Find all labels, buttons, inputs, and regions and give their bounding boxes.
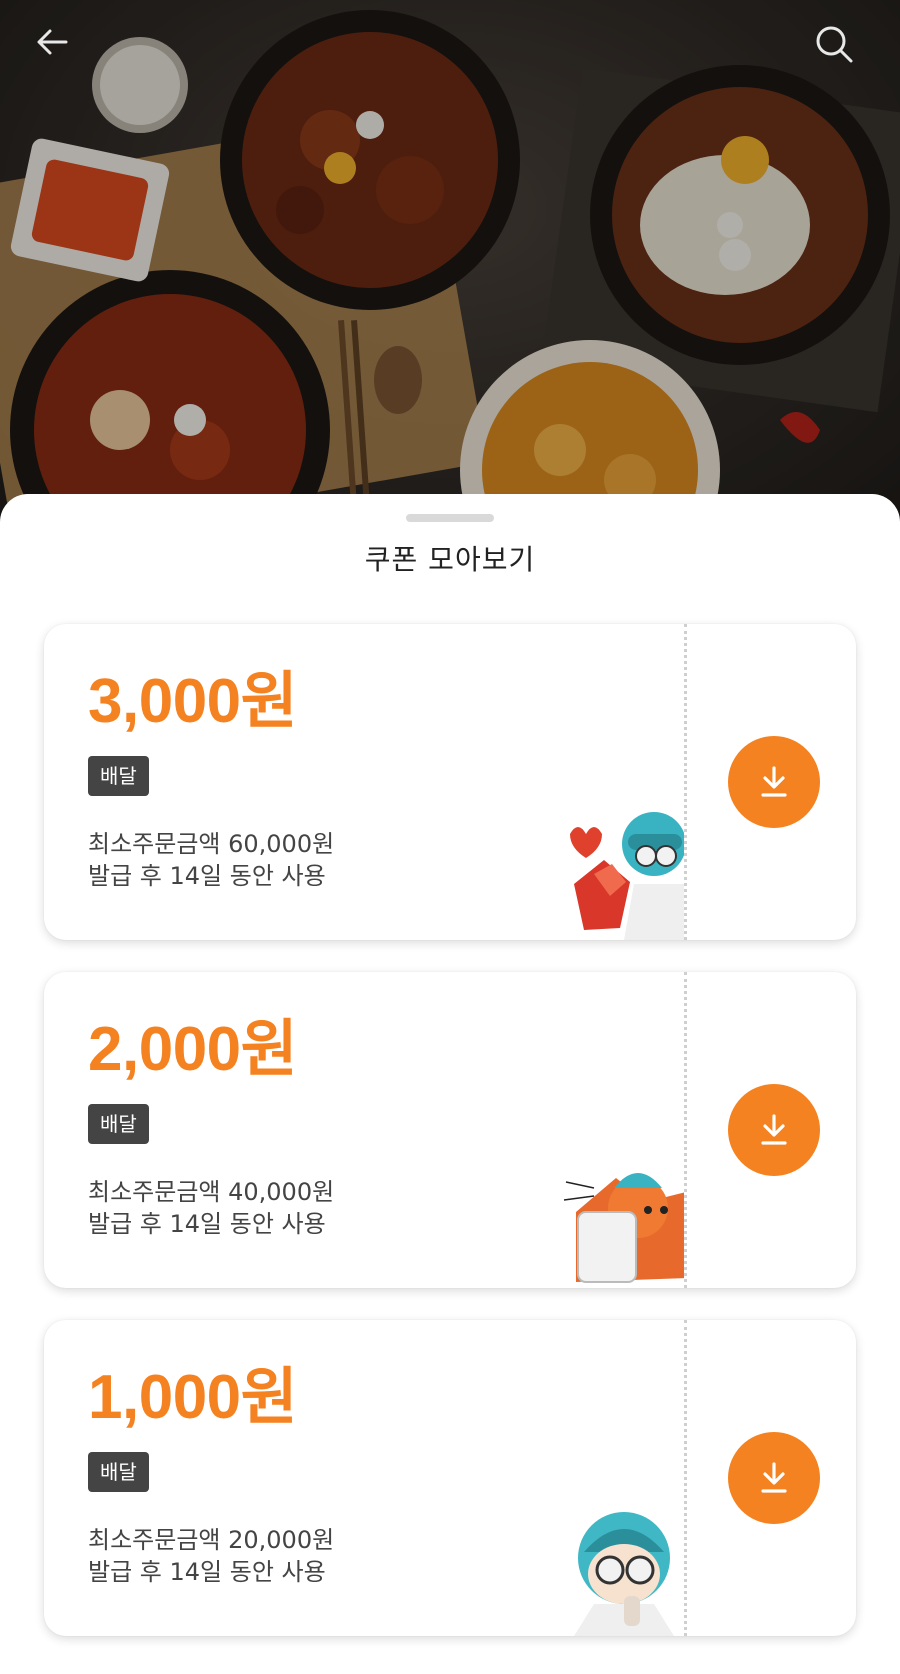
coupon-perforation <box>684 1320 687 1636</box>
coupon-type-badge: 배달 <box>88 1104 149 1144</box>
coupon-amount: 2,000원 <box>88 1015 298 1084</box>
download-icon <box>761 766 787 797</box>
search-button[interactable] <box>812 22 868 78</box>
coupon-min-order: 최소주문금액 20,000원 <box>88 1526 335 1554</box>
header-food-image <box>0 0 900 520</box>
download-icon <box>761 1114 787 1145</box>
coupon-card: 2,000원 배달 최소주문금액 40,000원 발급 후 14일 동안 사용 <box>44 972 856 1288</box>
coupon-card: 3,000원 배달 최소주문금액 60,000원 발급 후 14일 동안 사용 <box>44 624 856 940</box>
back-button[interactable] <box>32 22 88 78</box>
coupon-min-order: 최소주문금액 60,000원 <box>88 830 335 858</box>
food-photo <box>0 0 900 520</box>
coupon-type-badge: 배달 <box>88 756 149 796</box>
coupon-card: 1,000원 배달 최소주문금액 20,000원 발급 후 14일 동안 사용 <box>44 1320 856 1636</box>
coupon-perforation <box>684 972 687 1288</box>
download-icon <box>761 1462 787 1493</box>
mascot-hearts-illustration <box>570 812 684 940</box>
sheet-title: 쿠폰 모아보기 <box>364 543 536 576</box>
coupon-period: 발급 후 14일 동안 사용 <box>88 1210 326 1238</box>
coupon-perforation <box>684 624 687 940</box>
download-coupon-button[interactable] <box>728 736 820 828</box>
coupon-amount: 3,000원 <box>88 667 298 736</box>
coupon-period: 발급 후 14일 동안 사용 <box>88 862 326 890</box>
download-coupon-button[interactable] <box>728 1084 820 1176</box>
mascot-cat-tablet-illustration <box>563 1173 684 1283</box>
mascot-glasses-illustration <box>574 1512 674 1636</box>
coupon-min-order: 최소주문금액 40,000원 <box>88 1178 335 1206</box>
download-coupon-button[interactable] <box>728 1432 820 1524</box>
coupon-amount: 1,000원 <box>88 1363 298 1432</box>
coupon-type-badge: 배달 <box>88 1452 149 1492</box>
coupon-period: 발급 후 14일 동안 사용 <box>88 1558 326 1586</box>
search-icon <box>816 26 853 63</box>
sheet-drag-handle[interactable] <box>406 514 494 522</box>
arrow-left-icon <box>37 29 68 55</box>
